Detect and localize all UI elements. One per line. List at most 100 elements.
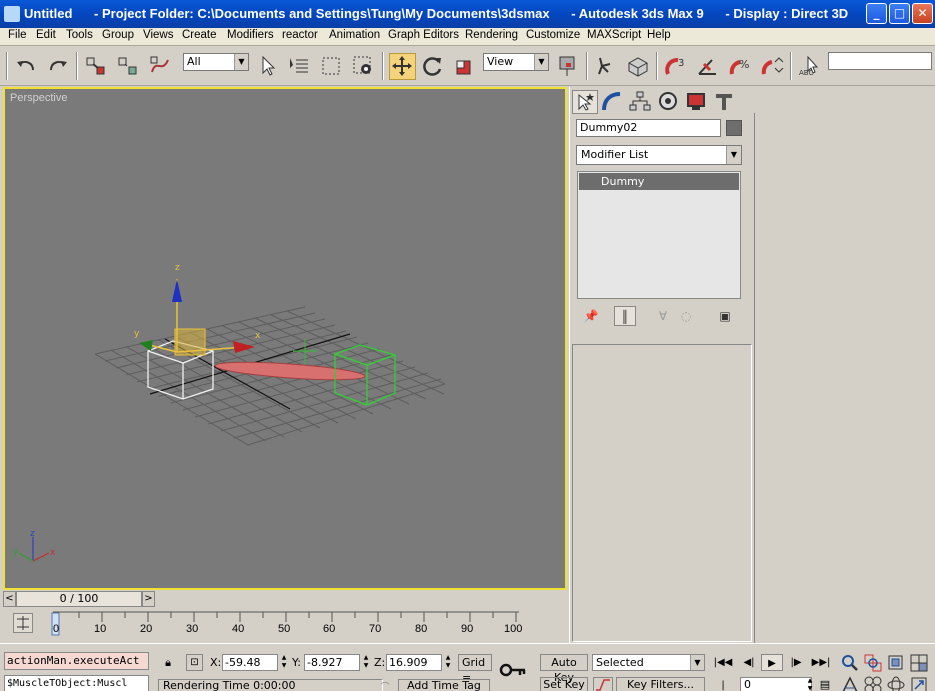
rectangular-selection-icon[interactable] <box>319 54 343 78</box>
manipulate-icon[interactable] <box>594 54 618 78</box>
object-color-swatch[interactable] <box>726 120 742 136</box>
z-spinner-icon[interactable]: ▲ ▼ <box>444 654 452 671</box>
minimize-button[interactable]: _ <box>866 3 887 24</box>
zoom-icon[interactable] <box>840 653 860 673</box>
zoom-extents-icon[interactable] <box>886 653 906 673</box>
add-time-tag-button[interactable]: Add Time Tag <box>398 679 490 691</box>
menu-reactor[interactable]: reactor <box>282 29 318 41</box>
play-icon[interactable]: ▶ <box>761 654 783 671</box>
angle-snap-toggle-icon[interactable] <box>696 54 720 78</box>
y-coordinate-field[interactable]: -8.927 <box>304 654 360 671</box>
menu-modifiers[interactable]: Modifiers <box>227 29 274 41</box>
edit-named-selection-icon[interactable]: ABC <box>798 54 822 78</box>
set-key-button[interactable]: Set Key <box>540 677 588 691</box>
gizmo-x-arrow[interactable] <box>233 341 255 353</box>
create-tab-icon[interactable] <box>572 90 598 114</box>
maxscript-listener-input[interactable]: $MuscleTObject:Muscl <box>4 675 149 691</box>
z-coordinate-field[interactable]: 16.909 <box>386 654 442 671</box>
maximize-button[interactable]: □ <box>889 3 910 24</box>
select-and-rotate-icon[interactable] <box>421 54 445 78</box>
remove-modifier-icon[interactable]: ◌ <box>675 306 697 326</box>
app-icon[interactable] <box>4 6 20 22</box>
menu-create[interactable]: Create <box>182 29 217 41</box>
arc-rotate-icon[interactable] <box>886 675 906 691</box>
previous-frame-icon[interactable]: ◀| <box>738 654 760 671</box>
gizmo-y-arrow[interactable] <box>139 340 153 351</box>
select-object-icon[interactable] <box>256 54 280 78</box>
frame-spinner-icon[interactable]: ▲ ▼ <box>806 677 814 691</box>
key-mode-toggle-icon[interactable]: |◀▶| <box>712 677 734 691</box>
next-frame-icon[interactable]: |▶ <box>785 654 807 671</box>
menu-animation[interactable]: Animation <box>329 29 380 41</box>
menu-edit[interactable]: Edit <box>36 29 56 41</box>
current-frame-field[interactable]: 0 <box>740 677 812 691</box>
pin-stack-icon[interactable]: 📌 <box>580 306 602 326</box>
maxscript-listener-line[interactable]: actionMan.executeAct <box>4 652 149 670</box>
time-slider-prev-button[interactable]: < <box>3 591 16 607</box>
default-tangent-icon[interactable] <box>593 677 613 691</box>
menu-tools[interactable]: Tools <box>66 29 93 41</box>
track-bar[interactable]: 0 10 20 30 40 50 60 70 80 90 100 <box>3 610 567 636</box>
utilities-tab-icon[interactable] <box>712 90 738 114</box>
y-spinner-icon[interactable]: ▲ ▼ <box>362 654 370 671</box>
make-unique-icon[interactable]: ∀ <box>652 306 674 326</box>
keyboard-shortcut-override-icon[interactable] <box>626 54 650 78</box>
selection-lock-icon[interactable]: 🔒︎ <box>160 654 176 671</box>
motion-tab-icon[interactable] <box>656 90 682 114</box>
object-name-field[interactable]: Dummy02 <box>576 119 721 137</box>
bind-to-space-warp-icon[interactable] <box>148 54 172 78</box>
spinner-snap-toggle-icon[interactable] <box>760 54 784 78</box>
modifier-list-dropdown[interactable]: Modifier List ▼ <box>576 145 742 165</box>
perspective-viewport[interactable]: Perspective z x y z x y <box>3 87 567 590</box>
window-crossing-icon[interactable] <box>351 54 375 78</box>
select-and-scale-icon[interactable] <box>452 54 476 78</box>
named-selection-sets-field[interactable] <box>828 52 932 70</box>
hierarchy-tab-icon[interactable] <box>628 90 654 114</box>
menu-help[interactable]: Help <box>647 29 671 41</box>
x-spinner-icon[interactable]: ▲ ▼ <box>280 654 288 671</box>
time-slider-next-button[interactable]: > <box>142 591 155 607</box>
menu-file[interactable]: File <box>8 29 27 41</box>
modifier-stack-item[interactable]: Dummy <box>579 173 739 190</box>
snaps-toggle-icon[interactable]: 3 <box>664 54 688 78</box>
menu-maxscript[interactable]: MAXScript <box>587 29 641 41</box>
set-keys-key-icon[interactable] <box>498 658 528 682</box>
field-of-view-icon[interactable] <box>840 675 860 691</box>
pan-view-icon[interactable] <box>863 675 883 691</box>
absolute-mode-icon[interactable]: ⊡ <box>186 654 203 671</box>
modify-tab-icon[interactable] <box>600 90 626 114</box>
key-filters-button[interactable]: Key Filters... <box>616 677 705 691</box>
use-pivot-center-icon[interactable] <box>556 54 580 78</box>
select-and-link-icon[interactable] <box>84 54 108 78</box>
select-and-move-icon[interactable] <box>389 53 416 80</box>
menu-graph-editors[interactable]: Graph Editors <box>388 29 459 41</box>
configure-modifier-sets-icon[interactable]: ▣ <box>714 306 736 326</box>
menu-customize[interactable]: Customize <box>526 29 580 41</box>
select-by-name-icon[interactable] <box>287 54 311 78</box>
x-coordinate-field[interactable]: -59.48 <box>222 654 278 671</box>
time-tag-icon[interactable]: ⌒ <box>378 680 392 691</box>
close-button[interactable]: ✕ <box>912 3 933 24</box>
unlink-selection-icon[interactable] <box>116 54 140 78</box>
go-to-end-icon[interactable]: ▶▶| <box>810 654 832 671</box>
reference-coordinate-dropdown[interactable]: View ▼ <box>483 53 549 71</box>
time-configuration-icon[interactable]: ▤ <box>817 677 833 691</box>
auto-key-button[interactable]: Auto Key <box>540 654 588 684</box>
go-to-start-icon[interactable]: |◀◀ <box>712 654 734 671</box>
modifier-stack[interactable]: Dummy <box>577 171 741 299</box>
show-end-result-icon[interactable]: ║ <box>614 306 636 326</box>
menu-group[interactable]: Group <box>102 29 134 41</box>
percent-snap-toggle-icon[interactable]: % <box>728 54 752 78</box>
redo-icon[interactable] <box>46 54 70 78</box>
undo-icon[interactable] <box>14 54 38 78</box>
menu-rendering[interactable]: Rendering <box>465 29 518 41</box>
zoom-all-icon[interactable] <box>863 653 883 673</box>
maximize-viewport-icon[interactable] <box>909 675 929 691</box>
time-slider[interactable]: 0 / 100 <box>16 591 142 607</box>
key-mode-selection-dropdown[interactable]: Selected ▼ <box>592 654 705 671</box>
selection-filter-dropdown[interactable]: All ▼ <box>183 53 249 71</box>
gizmo-z-arrow[interactable] <box>172 279 182 302</box>
display-tab-icon[interactable] <box>684 90 710 114</box>
zoom-extents-all-icon[interactable] <box>909 653 929 673</box>
menu-views[interactable]: Views <box>143 29 173 41</box>
